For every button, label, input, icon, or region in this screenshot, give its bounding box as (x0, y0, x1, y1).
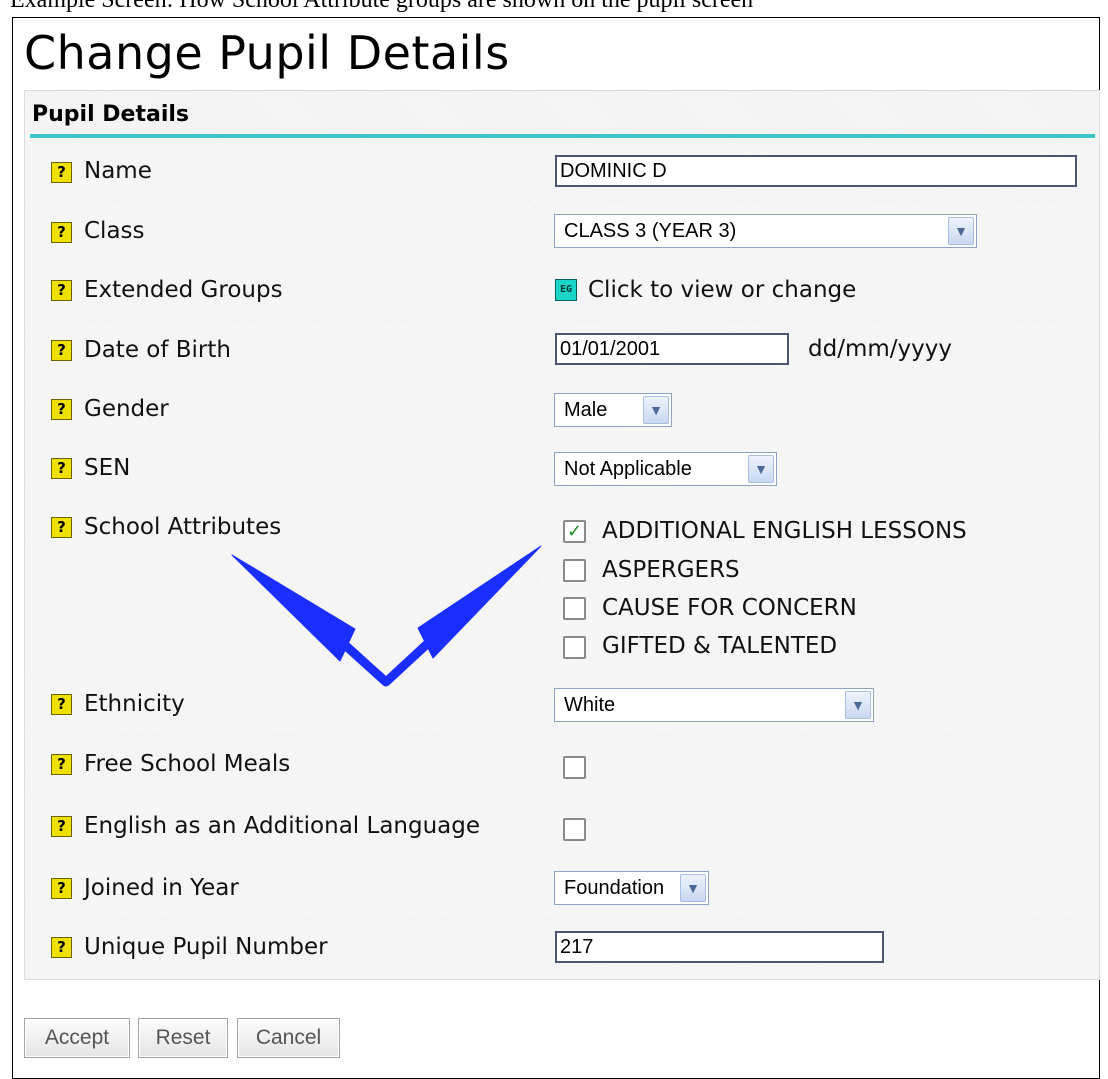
upn-value-cell: 217 (538, 920, 1098, 977)
help-icon[interactable]: ? (51, 754, 72, 775)
name-label-cell: ? Name (30, 143, 534, 200)
name-value-cell: DOMINIC D (538, 143, 1098, 200)
attribute-checkbox[interactable] (563, 597, 586, 620)
row-gender: ? Gender Male ▼ (30, 382, 1098, 438)
chevron-down-icon[interactable]: ▼ (845, 691, 871, 719)
help-icon[interactable]: ? (51, 878, 72, 899)
sen-selected: Not Applicable (564, 458, 692, 480)
extended-groups-icon[interactable]: EG (555, 279, 577, 301)
chevron-down-icon[interactable]: ▼ (680, 874, 706, 902)
joined-in-year-select[interactable]: Foundation ▼ (554, 871, 709, 905)
dob-format-hint: dd/mm/yyyy (808, 336, 952, 362)
sen-value-cell: Not Applicable ▼ (538, 441, 1098, 497)
dob-label: Date of Birth (84, 337, 231, 363)
ethnicity-selected: White (564, 694, 616, 716)
gender-select[interactable]: Male ▼ (554, 393, 672, 427)
upn-label-cell: ? Unique Pupil Number (30, 920, 534, 977)
cancel-button[interactable]: Cancel (237, 1018, 340, 1058)
attribute-option-label: ADDITIONAL ENGLISH LESSONS (602, 518, 967, 544)
help-icon[interactable]: ? (51, 937, 72, 958)
class-value-cell: CLASS 3 (YEAR 3) ▼ (538, 203, 1098, 260)
reset-button[interactable]: Reset (138, 1018, 228, 1058)
row-name: ? Name DOMINIC D (30, 143, 1098, 200)
chevron-down-icon[interactable]: ▼ (643, 396, 669, 424)
chevron-down-icon[interactable]: ▼ (948, 217, 974, 245)
extended-groups-label: Extended Groups (84, 277, 283, 303)
joined-selected: Foundation (564, 877, 665, 899)
eal-checkbox[interactable] (563, 818, 586, 841)
row-unique-pupil-number: ? Unique Pupil Number 217 (30, 920, 1098, 977)
fsm-value-cell (538, 737, 1098, 793)
section-heading: Pupil Details (32, 102, 189, 127)
sen-label: SEN (84, 455, 131, 481)
extended-groups-label-cell: ? Extended Groups (30, 263, 534, 320)
attribute-option-label: ASPERGERS (602, 557, 740, 583)
name-input[interactable]: DOMINIC D (555, 155, 1077, 187)
extended-groups-link[interactable]: Click to view or change (588, 277, 856, 303)
gender-label-cell: ? Gender (30, 382, 534, 438)
joined-value-cell: Foundation ▼ (538, 860, 1098, 917)
help-icon[interactable]: ? (51, 222, 72, 243)
help-icon[interactable]: ? (51, 816, 72, 837)
class-label: Class (84, 218, 145, 244)
attribute-checkbox[interactable] (563, 559, 586, 582)
ethnicity-select[interactable]: White ▼ (554, 688, 874, 722)
gender-label: Gender (84, 396, 169, 422)
row-eal: ? English as an Additional Language (30, 797, 1098, 857)
help-icon[interactable]: ? (51, 694, 72, 715)
class-select[interactable]: CLASS 3 (YEAR 3) ▼ (554, 214, 977, 248)
upn-input[interactable]: 217 (555, 931, 884, 963)
row-class: ? Class CLASS 3 (YEAR 3) ▼ (30, 203, 1098, 260)
school-attributes-label-cell: ? School Attributes (30, 500, 534, 673)
ethnicity-value-cell: White ▼ (538, 677, 1098, 733)
school-attributes-value-cell: ✓ ADDITIONAL ENGLISH LESSONS ASPERGERS C… (538, 500, 1098, 673)
row-date-of-birth: ? Date of Birth 01/01/2001 dd/mm/yyyy (30, 323, 1098, 379)
class-selected: CLASS 3 (YEAR 3) (564, 220, 737, 242)
section-divider (30, 134, 1095, 138)
joined-label: Joined in Year (84, 875, 239, 901)
sen-select[interactable]: Not Applicable ▼ (554, 452, 777, 486)
row-extended-groups: ? Extended Groups EG Click to view or ch… (30, 263, 1098, 320)
row-sen: ? SEN Not Applicable ▼ (30, 441, 1098, 497)
eal-label: English as an Additional Language (84, 813, 481, 839)
help-icon[interactable]: ? (51, 340, 72, 361)
fsm-checkbox[interactable] (563, 756, 586, 779)
chevron-down-icon[interactable]: ▼ (748, 455, 774, 483)
gender-selected: Male (564, 399, 608, 421)
attribute-checkbox[interactable] (563, 636, 586, 659)
dob-input[interactable]: 01/01/2001 (555, 333, 789, 365)
name-label: Name (84, 158, 152, 184)
row-school-attributes: ? School Attributes ✓ ADDITIONAL ENGLISH… (30, 500, 1098, 673)
dob-label-cell: ? Date of Birth (30, 323, 534, 379)
attribute-option-label: GIFTED & TALENTED (602, 633, 838, 659)
class-label-cell: ? Class (30, 203, 534, 260)
row-ethnicity: ? Ethnicity White ▼ (30, 677, 1098, 733)
extended-groups-value-cell: EG Click to view or change (538, 263, 1098, 320)
help-icon[interactable]: ? (51, 458, 72, 479)
eal-label-cell: ? English as an Additional Language (30, 797, 534, 857)
ethnicity-label: Ethnicity (84, 691, 185, 717)
eal-value-cell (538, 797, 1098, 857)
help-icon[interactable]: ? (51, 517, 72, 538)
sen-label-cell: ? SEN (30, 441, 534, 497)
screenshot-caption: Example Screen: How School Attribute gro… (10, 0, 754, 13)
gender-value-cell: Male ▼ (538, 382, 1098, 438)
upn-label: Unique Pupil Number (84, 934, 328, 960)
help-icon[interactable]: ? (51, 280, 72, 301)
accept-button[interactable]: Accept (24, 1018, 130, 1058)
dob-value-cell: 01/01/2001 dd/mm/yyyy (538, 323, 1098, 379)
help-icon[interactable]: ? (51, 162, 72, 183)
row-free-school-meals: ? Free School Meals (30, 737, 1098, 793)
fsm-label: Free School Meals (84, 751, 291, 777)
school-attributes-label: School Attributes (84, 514, 282, 540)
joined-label-cell: ? Joined in Year (30, 860, 534, 917)
attribute-option-label: CAUSE FOR CONCERN (602, 595, 857, 621)
attribute-checkbox[interactable]: ✓ (563, 520, 586, 543)
help-icon[interactable]: ? (51, 399, 72, 420)
fsm-label-cell: ? Free School Meals (30, 737, 534, 793)
page-title: Change Pupil Details (24, 26, 510, 80)
ethnicity-label-cell: ? Ethnicity (30, 677, 534, 733)
row-joined-in-year: ? Joined in Year Foundation ▼ (30, 860, 1098, 917)
